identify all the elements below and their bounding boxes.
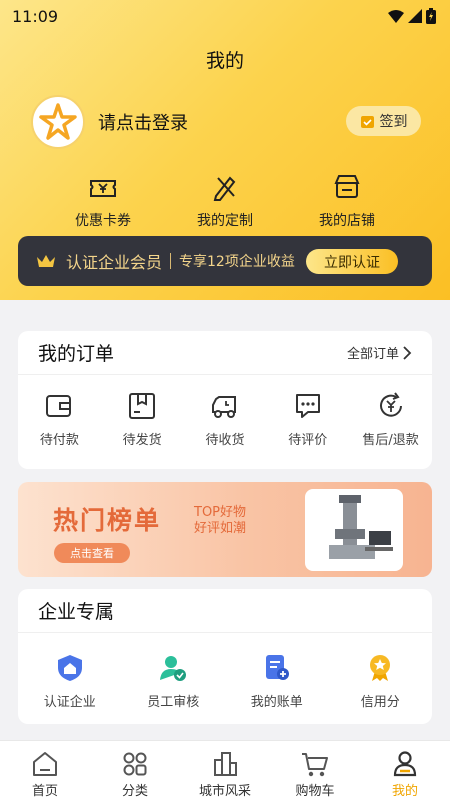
coupon-icon <box>90 180 116 197</box>
bottom-tab-bar: 首页 分类 城市风采 购物车 我的 <box>0 740 450 800</box>
tab-label: 首页 <box>31 784 58 799</box>
my-bill[interactable]: 我的账单 <box>237 653 317 710</box>
order-status-label: 待发货 <box>122 433 162 448</box>
calendar-check-icon <box>360 115 374 128</box>
tab-category[interactable]: 分类 <box>95 741 175 800</box>
vip-title: 认证企业会员 <box>66 253 163 272</box>
credit-icon <box>370 655 391 681</box>
login-prompt[interactable]: 请点击登录 <box>98 109 188 135</box>
order-pending-receipt[interactable]: 待收货 <box>185 391 265 448</box>
quick-item-shop[interactable]: 我的店铺 <box>302 172 392 230</box>
quick-item-coupons[interactable]: 优惠卡券 <box>58 172 148 230</box>
orders-card: 我的订单 全部订单 待付款 待发货 待收货 待评价 售后/退款 <box>18 331 432 469</box>
status-icons <box>388 8 436 24</box>
page-title: 我的 <box>205 50 244 72</box>
enterprise-cert[interactable]: 认证企业 <box>30 653 110 710</box>
tab-label: 购物车 <box>295 784 335 799</box>
crown-icon <box>37 255 55 267</box>
credit-score[interactable]: 信用分 <box>340 653 420 710</box>
enterprise-card: 企业专属 认证企业 员工审核 我的账单 信用分 <box>18 589 432 724</box>
avatar[interactable] <box>31 95 85 149</box>
banner-view-button[interactable]: 点击查看 <box>54 543 130 563</box>
tab-label: 城市风采 <box>198 784 251 799</box>
signal-icon <box>408 9 422 23</box>
tab-label: 分类 <box>121 784 148 799</box>
tab-cart[interactable]: 购物车 <box>275 741 355 800</box>
order-status-label: 待评价 <box>288 433 328 448</box>
signin-label: 签到 <box>379 114 408 130</box>
truck-icon <box>211 396 236 418</box>
enterprise-cert-icon <box>57 655 82 681</box>
tab-profile[interactable]: 我的 <box>365 741 445 800</box>
quick-item-label: 我的店铺 <box>319 213 375 229</box>
banner-tagline-2: 好评如潮 <box>194 521 247 536</box>
certify-button[interactable]: 立即认证 <box>306 249 398 274</box>
customize-icon <box>213 176 236 201</box>
shop-icon <box>334 175 360 198</box>
quick-item-label: 我的定制 <box>197 213 253 229</box>
category-icon <box>123 752 147 776</box>
order-pending-payment[interactable]: 待付款 <box>19 391 99 448</box>
battery-icon <box>426 8 436 24</box>
orders-title: 我的订单 <box>38 343 115 365</box>
cart-icon <box>302 753 328 777</box>
wallet-icon <box>46 395 72 417</box>
order-status-row: 待付款 待发货 待收货 待评价 售后/退款 <box>18 375 432 448</box>
quick-actions: 优惠卡券 我的定制 我的店铺 <box>0 172 450 230</box>
tab-label: 我的 <box>391 784 418 799</box>
order-status-label: 待付款 <box>39 433 79 448</box>
enterprise-header: 企业专属 <box>18 589 432 633</box>
city-icon <box>214 752 237 776</box>
enterprise-title: 企业专属 <box>38 601 115 623</box>
comment-icon <box>295 394 320 418</box>
quick-item-customize[interactable]: 我的定制 <box>180 172 270 230</box>
tab-city[interactable]: 城市风采 <box>185 741 265 800</box>
status-bar: 11:09 <box>12 6 436 26</box>
order-pending-shipment[interactable]: 待发货 <box>102 391 182 448</box>
quick-item-label: 优惠卡券 <box>75 213 131 229</box>
all-orders-link[interactable]: 全部订单 <box>347 343 412 362</box>
status-time: 11:09 <box>12 6 59 26</box>
bill-icon <box>265 655 289 680</box>
order-pending-review[interactable]: 待评价 <box>268 391 348 448</box>
all-orders-label: 全部订单 <box>346 347 399 362</box>
vip-divider <box>170 253 172 269</box>
profile-icon <box>393 751 417 777</box>
order-status-label: 待收货 <box>205 433 245 448</box>
enterprise-item-label: 信用分 <box>360 695 400 710</box>
banner-product-image <box>305 489 403 571</box>
star-logo-icon <box>39 103 77 140</box>
wifi-icon <box>388 10 404 23</box>
staff-review-icon <box>160 656 187 681</box>
vip-subtitle: 专享12项企业收益 <box>179 254 295 270</box>
order-status-label: 售后/退款 <box>362 433 419 448</box>
enterprise-item-label: 我的账单 <box>250 695 303 710</box>
package-icon <box>129 393 156 419</box>
tab-home[interactable]: 首页 <box>5 741 85 800</box>
vip-banner[interactable]: 认证企业会员 专享12项企业收益 立即认证 <box>18 236 432 286</box>
chevron-right-icon <box>403 345 412 360</box>
home-icon <box>33 752 57 776</box>
machine-image <box>329 495 393 559</box>
enterprise-item-label: 员工审核 <box>147 695 200 710</box>
banner-title: 热门榜单 <box>53 506 162 535</box>
hot-ranking-banner[interactable]: 热门榜单 TOP好物 好评如潮 点击查看 <box>18 482 432 577</box>
orders-header: 我的订单 全部订单 <box>18 331 432 375</box>
signin-button[interactable]: 签到 <box>346 106 421 136</box>
order-after-sale[interactable]: 售后/退款 <box>351 391 431 448</box>
refund-icon <box>379 392 402 417</box>
staff-review[interactable]: 员工审核 <box>133 653 213 710</box>
enterprise-item-label: 认证企业 <box>43 695 96 710</box>
enterprise-row: 认证企业 员工审核 我的账单 信用分 <box>18 633 432 710</box>
